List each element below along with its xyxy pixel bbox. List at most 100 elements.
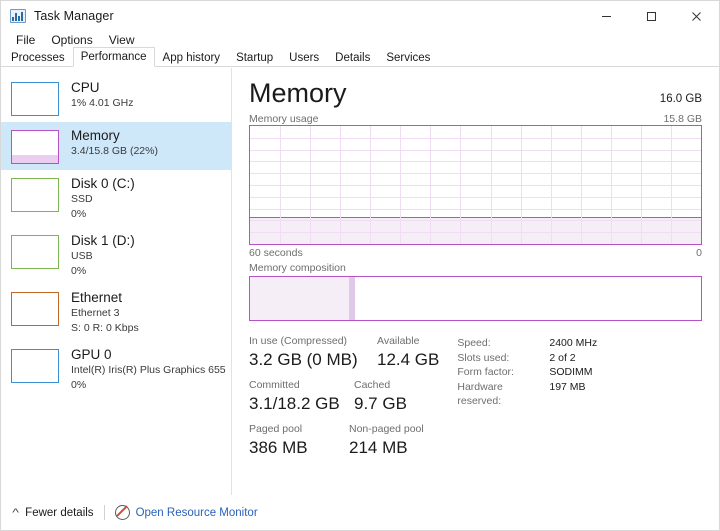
- stat-available: Available 12.4 GB: [377, 335, 439, 370]
- sidebar-item-sub2: 0%: [71, 379, 87, 391]
- gpu0-thumbnail: [11, 349, 59, 383]
- tab-services[interactable]: Services: [378, 48, 438, 67]
- sidebar-item-sub1: 3.4/15.8 GB (22%): [71, 145, 158, 157]
- title-bar: Task Manager: [1, 1, 719, 31]
- stats-columns: In use (Compressed) 3.2 GB (0 MB) Availa…: [249, 335, 439, 467]
- usage-graph-axis: 60 seconds 0: [249, 247, 702, 259]
- sidebar-item-sub2: 0%: [71, 208, 87, 220]
- stat-label: Paged pool: [249, 423, 303, 435]
- composition-segment: [354, 277, 618, 320]
- grid-line-horizontal: [250, 220, 701, 222]
- spec-label: Speed:: [457, 337, 491, 349]
- axis-label-left: 60 seconds: [249, 247, 303, 259]
- menu-item-file[interactable]: File: [8, 32, 43, 49]
- stat-value: 9.7 GB: [354, 394, 407, 413]
- tab-users[interactable]: Users: [281, 48, 327, 67]
- grid-line-horizontal: [250, 232, 701, 234]
- stat-value: 3.2 GB (0 MB): [249, 350, 358, 369]
- tab-app-history[interactable]: App history: [155, 48, 229, 67]
- resource-monitor-icon: [114, 505, 130, 520]
- stat-label: Cached: [354, 379, 391, 391]
- axis-label-right: 0: [696, 247, 702, 259]
- grid-line-horizontal: [250, 173, 701, 175]
- spec-value: SODIMM: [549, 366, 593, 378]
- memory-thumbnail: [11, 130, 59, 164]
- stat-label: Available: [377, 335, 420, 347]
- stat-label: In use (Compressed): [249, 335, 348, 347]
- disk1-thumbnail: [11, 235, 59, 269]
- grid-line-horizontal: [250, 208, 701, 210]
- minimize-button[interactable]: [584, 1, 629, 31]
- sidebar-item-label: Memory: [71, 128, 120, 143]
- sidebar-item-sub1: Ethernet 3: [71, 307, 120, 319]
- grid-line-horizontal: [250, 185, 701, 186]
- menu-item-view[interactable]: View: [101, 32, 143, 49]
- usage-graph-max: 15.8 GB: [663, 113, 702, 125]
- spec-hardware-reserved: Hardware reserved: 197 MB: [457, 380, 597, 409]
- spec-label: Hardware reserved:: [457, 380, 503, 408]
- tab-startup[interactable]: Startup: [228, 48, 281, 67]
- stat-value: 214 MB: [349, 438, 408, 457]
- stat-committed: Committed 3.1/18.2 GB: [249, 379, 354, 414]
- disk0-thumbnail: [11, 178, 59, 212]
- sidebar-item-label: Ethernet: [71, 290, 123, 305]
- spec-form-factor: Form factor: SODIMM: [457, 365, 597, 380]
- usage-graph-title: Memory usage: [249, 113, 319, 125]
- stats-row-3: Paged pool 386 MB Non-paged pool 214 MB: [249, 423, 439, 467]
- stat-in-use: In use (Compressed) 3.2 GB (0 MB): [249, 335, 377, 370]
- spec-label: Form factor:: [457, 366, 514, 378]
- total-capacity: 16.0 GB: [659, 93, 702, 105]
- menu-item-options[interactable]: Options: [43, 32, 100, 49]
- spec-value: 2400 MHz: [549, 337, 598, 349]
- sidebar-item-label: Disk 0 (C:): [71, 176, 135, 191]
- memory-usage-area: [250, 218, 701, 244]
- stat-cached: Cached 9.7 GB: [354, 379, 407, 414]
- stat-value: 3.1/18.2 GB: [249, 394, 340, 413]
- grid-line-horizontal: [250, 149, 701, 151]
- sidebar-item-label: CPU: [71, 80, 100, 95]
- memory-specs: Speed: 2400 MHz Slots used: 2 of 2 Form …: [457, 335, 597, 467]
- sidebar-item-cpu[interactable]: CPU 1% 4.01 GHz: [1, 74, 231, 122]
- tab-performance[interactable]: Performance: [72, 47, 155, 67]
- stat-paged-pool: Paged pool 386 MB: [249, 423, 349, 458]
- grid-line-horizontal: [250, 196, 701, 198]
- window-controls: [584, 1, 719, 31]
- memory-composition-bar: [249, 276, 702, 321]
- memory-usage-graph: [249, 125, 702, 245]
- sidebar-item-gpu0[interactable]: GPU 0 Intel(R) Iris(R) Plus Graphics 655…: [1, 341, 231, 398]
- stat-label: Non-paged pool: [349, 423, 424, 435]
- composition-segment: [250, 277, 350, 320]
- memory-detail-panel: Memory 16.0 GB Memory usage 15.8 GB 60 s…: [232, 68, 719, 495]
- sidebar-item-ethernet[interactable]: Ethernet Ethernet 3 S: 0 R: 0 Kbps: [1, 284, 231, 341]
- window-title: Task Manager: [34, 9, 114, 23]
- usage-graph-labels: Memory usage 15.8 GB: [249, 113, 702, 125]
- sidebar-item-disk0[interactable]: Disk 0 (C:) SSD 0%: [1, 170, 231, 227]
- sidebar-item-sub1: Intel(R) Iris(R) Plus Graphics 655: [71, 364, 226, 376]
- tab-bar: Processes Performance App history Startu…: [1, 47, 719, 67]
- fewer-details-button[interactable]: Fewer details: [25, 507, 93, 519]
- resource-sidebar: CPU 1% 4.01 GHz Memory 3.4/15.8 GB (22%)…: [1, 68, 232, 495]
- stat-label: Committed: [249, 379, 300, 391]
- chevron-up-icon: ^: [12, 506, 19, 519]
- sidebar-item-memory[interactable]: Memory 3.4/15.8 GB (22%): [1, 122, 231, 170]
- tab-processes[interactable]: Processes: [3, 48, 73, 67]
- stat-non-paged-pool: Non-paged pool 214 MB: [349, 423, 424, 458]
- close-button[interactable]: [674, 1, 719, 31]
- sidebar-item-sub2: S: 0 R: 0 Kbps: [71, 322, 139, 334]
- grid-line-horizontal: [250, 161, 701, 163]
- spec-value: 2 of 2: [549, 351, 576, 364]
- composition-labels: Memory composition: [249, 262, 702, 274]
- sidebar-item-disk1[interactable]: Disk 1 (D:) USB 0%: [1, 227, 231, 284]
- stats-row-2: Committed 3.1/18.2 GB Cached 9.7 GB: [249, 379, 439, 423]
- open-resource-monitor-link[interactable]: Open Resource Monitor: [136, 507, 258, 519]
- maximize-button[interactable]: [629, 1, 674, 31]
- memory-usage-line: [250, 217, 701, 219]
- content-area: CPU 1% 4.01 GHz Memory 3.4/15.8 GB (22%)…: [1, 68, 719, 495]
- spec-speed: Speed: 2400 MHz: [457, 336, 597, 351]
- page-title: Memory: [249, 78, 347, 108]
- memory-stats: In use (Compressed) 3.2 GB (0 MB) Availa…: [249, 335, 702, 467]
- sidebar-item-sub1: USB: [71, 250, 93, 262]
- tab-details[interactable]: Details: [327, 48, 378, 67]
- ethernet-thumbnail: [11, 292, 59, 326]
- panel-header: Memory 16.0 GB: [249, 78, 702, 108]
